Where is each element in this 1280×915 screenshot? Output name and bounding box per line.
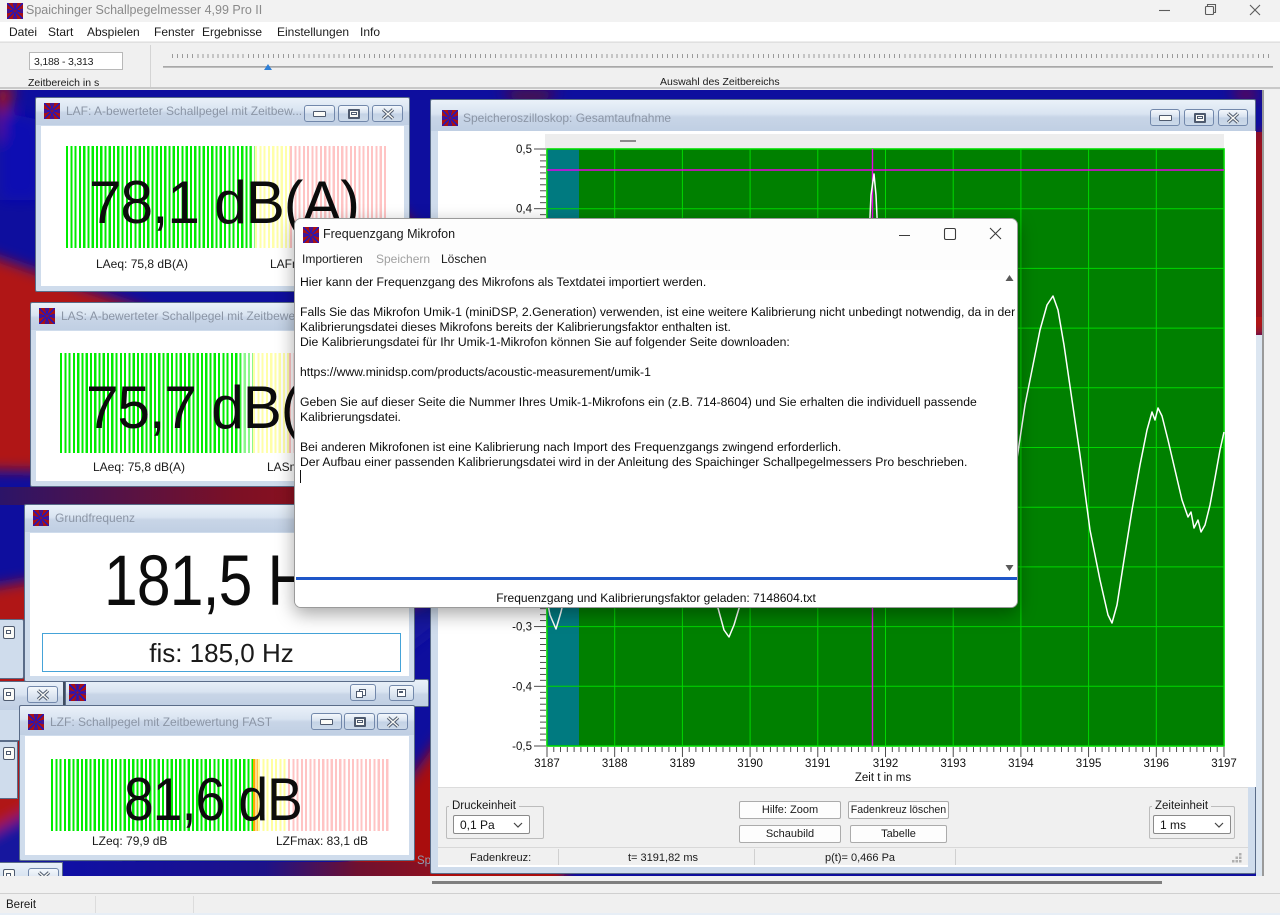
svg-text:3194: 3194: [1008, 758, 1034, 770]
svg-text:3195: 3195: [1076, 758, 1102, 770]
svg-text:3196: 3196: [1144, 758, 1170, 770]
svg-text:Zeit t in ms: Zeit t in ms: [855, 772, 911, 784]
svg-text:-0,4: -0,4: [512, 681, 532, 693]
svg-text:3190: 3190: [737, 758, 763, 770]
svg-text:3189: 3189: [670, 758, 696, 770]
svg-text:3197: 3197: [1211, 758, 1237, 770]
svg-text:3187: 3187: [534, 758, 560, 770]
svg-text:-0,3: -0,3: [512, 622, 532, 634]
svg-text:3191: 3191: [805, 758, 831, 770]
svg-text:3192: 3192: [873, 758, 899, 770]
svg-text:3193: 3193: [940, 758, 966, 770]
svg-text:3188: 3188: [602, 758, 628, 770]
svg-text:0,4: 0,4: [516, 204, 533, 216]
svg-text:-0,5: -0,5: [512, 741, 532, 753]
svg-text:0,5: 0,5: [516, 144, 532, 156]
